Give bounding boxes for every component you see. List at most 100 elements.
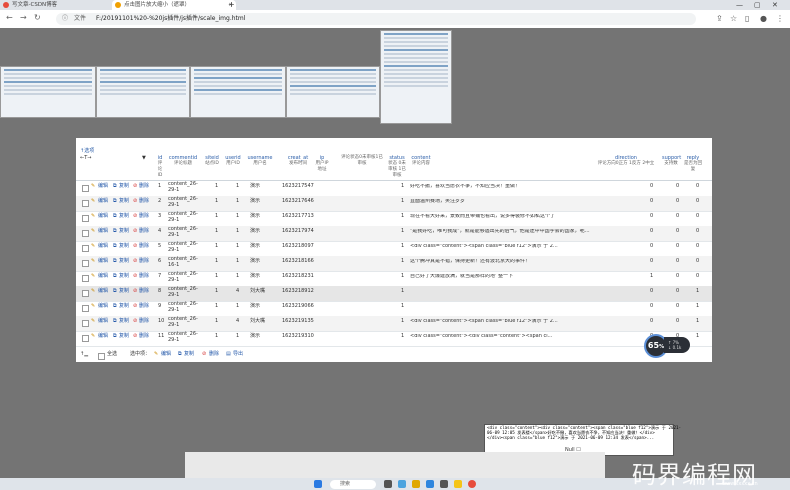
copy-link[interactable]: 复制	[119, 228, 129, 235]
edit-icon[interactable]: ✎	[91, 333, 95, 340]
forward-icon[interactable]: →	[20, 13, 27, 22]
delete-link[interactable]: 删除	[139, 333, 149, 340]
start-icon[interactable]	[314, 480, 322, 488]
footer-delete-button[interactable]: 删除	[209, 351, 219, 358]
edit-icon[interactable]: ✎	[91, 258, 95, 265]
header-siteid[interactable]: siteid 站点ID	[204, 155, 220, 167]
table-row[interactable]: ✎ 编辑 ⧉ 复制 ⊘ 删除 9 content_26-29-1 1 1 演示 1623219066 1…	[76, 301, 712, 317]
copy-link[interactable]: 复制	[119, 318, 129, 325]
header-support[interactable]: support 支持数	[662, 155, 681, 167]
delete-icon[interactable]: ⊘	[133, 228, 137, 235]
header-username[interactable]: username 用户名	[246, 155, 274, 167]
row-checkbox[interactable]	[82, 230, 89, 237]
table-row[interactable]: ✎ 编辑 ⧉ 复制 ⊘ 删除 5 content_26-29-1 1 1 演示 1623218097 1…	[76, 241, 712, 257]
delete-icon[interactable]: ⊘	[133, 243, 137, 250]
new-tab-button[interactable]: +	[228, 0, 235, 10]
copy-link[interactable]: 复制	[119, 183, 129, 190]
sidebar-icon[interactable]: ▯	[745, 14, 749, 23]
row-checkbox[interactable]	[82, 260, 89, 267]
delete-icon[interactable]: ⊘	[133, 273, 137, 280]
header-reply[interactable]: reply 是否为回复	[684, 155, 702, 173]
row-checkbox[interactable]	[82, 320, 89, 327]
delete-icon[interactable]: ⊘	[133, 258, 137, 265]
row-checkbox[interactable]	[82, 290, 89, 297]
copy-icon[interactable]: ⧉	[113, 258, 117, 265]
maximize-icon[interactable]: ▢	[754, 0, 761, 10]
copy-link[interactable]: 复制	[119, 333, 129, 340]
header-creat-at[interactable]: creat_at 发布时间	[282, 155, 314, 167]
thumbnail-image[interactable]	[190, 66, 286, 118]
copy-link[interactable]: 复制	[119, 258, 129, 265]
delete-link[interactable]: 删除	[139, 273, 149, 280]
thumbnail-image[interactable]	[0, 66, 96, 118]
header-content[interactable]: content 评论内容	[410, 155, 432, 167]
table-row[interactable]: ✎ 编辑 ⧉ 复制 ⊘ 删除 10 content_26-29-1 1 4 刘大嘴 162321913…	[76, 316, 712, 332]
profile-avatar-icon[interactable]: ●	[760, 14, 767, 23]
table-row[interactable]: ✎ 编辑 ⧉ 复制 ⊘ 删除 3 content_26-29-1 1 1 演示 1623217713 1…	[76, 211, 712, 227]
header-id[interactable]: id 评论ID	[156, 155, 164, 179]
copy-icon[interactable]: ⧉	[113, 183, 117, 190]
copy-link[interactable]: 复制	[119, 198, 129, 205]
edge-icon[interactable]	[426, 480, 434, 488]
footer-copy-button[interactable]: 复制	[184, 351, 194, 358]
edit-link[interactable]: 编辑	[98, 228, 108, 235]
table-row[interactable]: ✎ 编辑 ⧉ 复制 ⊘ 删除 1 content_26-29-1 1 1 演示 1623217547 1…	[76, 181, 712, 197]
edit-link[interactable]: 编辑	[98, 258, 108, 265]
footer-delete-icon[interactable]: ⊘	[202, 351, 206, 358]
taskbar-search[interactable]: 搜索	[330, 479, 376, 489]
file-explorer-icon[interactable]	[412, 480, 420, 488]
edit-icon[interactable]: ✎	[91, 288, 95, 295]
table-row[interactable]: ✎ 编辑 ⧉ 复制 ⊘ 删除 2 content_26-29-1 1 1 演示 1623217646 1…	[76, 196, 712, 212]
row-checkbox[interactable]	[82, 185, 89, 192]
bookmark-star-icon[interactable]: ☆	[730, 14, 737, 23]
header-ip[interactable]: ip 用户IP地址	[314, 155, 330, 173]
close-window-icon[interactable]: ✕	[772, 0, 778, 10]
copy-link[interactable]: 复制	[119, 288, 129, 295]
header-userid[interactable]: userid 用户ID	[224, 155, 242, 167]
copy-link[interactable]: 复制	[119, 273, 129, 280]
edit-link[interactable]: 编辑	[98, 318, 108, 325]
column-arrows[interactable]: ←T→	[80, 155, 91, 161]
thumbnail-image[interactable]	[96, 66, 190, 118]
edit-link[interactable]: 编辑	[98, 333, 108, 340]
copy-icon[interactable]: ⧉	[113, 243, 117, 250]
folder-icon[interactable]	[454, 480, 462, 488]
copy-icon[interactable]: ⧉	[113, 273, 117, 280]
browser-tab-scale-img[interactable]: 点击图片放大缩小（遮罩） ×	[112, 0, 236, 10]
edit-icon[interactable]: ✎	[91, 318, 95, 325]
edit-icon[interactable]: ✎	[91, 183, 95, 190]
table-row[interactable]: ✎ 编辑 ⧉ 复制 ⊘ 删除 6 content_26-16-1 1 1 演示 1623218166 1…	[76, 256, 712, 272]
info-icon[interactable]: ⓘ	[62, 14, 68, 24]
delete-icon[interactable]: ⊘	[133, 303, 137, 310]
copy-icon[interactable]: ⧉	[113, 228, 117, 235]
edit-link[interactable]: 编辑	[98, 213, 108, 220]
header-state[interactable]: 评论状态0未审核1已审核	[340, 155, 384, 167]
footer-copy-icon[interactable]: ⧉	[178, 351, 182, 358]
edit-icon[interactable]: ✎	[91, 273, 95, 280]
delete-link[interactable]: 删除	[139, 303, 149, 310]
url-field[interactable]: ⓘ 文件 F:/20191101%20-%20js插件/js插件/scale_i…	[56, 13, 696, 25]
edit-link[interactable]: 编辑	[98, 303, 108, 310]
edit-icon[interactable]: ✎	[91, 213, 95, 220]
row-checkbox[interactable]	[82, 305, 89, 312]
row-checkbox[interactable]	[82, 200, 89, 207]
row-checkbox[interactable]	[82, 245, 89, 252]
url-text[interactable]: F:/20191101%20-%20js插件/js插件/scale_img.ht…	[96, 14, 245, 24]
row-checkbox[interactable]	[82, 335, 89, 342]
footer-export-icon[interactable]: ▤	[226, 351, 231, 358]
delete-icon[interactable]: ⊘	[133, 288, 137, 295]
sort-dropdown-icon[interactable]: ▼	[142, 155, 146, 161]
reload-icon[interactable]: ↻	[34, 13, 41, 22]
copy-icon[interactable]: ⧉	[113, 198, 117, 205]
copy-icon[interactable]: ⧉	[113, 288, 117, 295]
browser-tab-csdn[interactable]: 写文章-CSDN博客 ×	[0, 0, 120, 10]
edit-icon[interactable]: ✎	[91, 243, 95, 250]
app-icon[interactable]	[398, 480, 406, 488]
edit-icon[interactable]: ✎	[91, 228, 95, 235]
edit-link[interactable]: 编辑	[98, 243, 108, 250]
header-commentid[interactable]: commentid 评论标题	[168, 155, 198, 167]
edit-icon[interactable]: ✎	[91, 303, 95, 310]
delete-link[interactable]: 删除	[139, 228, 149, 235]
table-row[interactable]: ✎ 编辑 ⧉ 复制 ⊘ 删除 7 content_26-29-1 1 1 演示 1623218231 1…	[76, 271, 712, 287]
menu-kebab-icon[interactable]: ⋮	[776, 14, 784, 23]
